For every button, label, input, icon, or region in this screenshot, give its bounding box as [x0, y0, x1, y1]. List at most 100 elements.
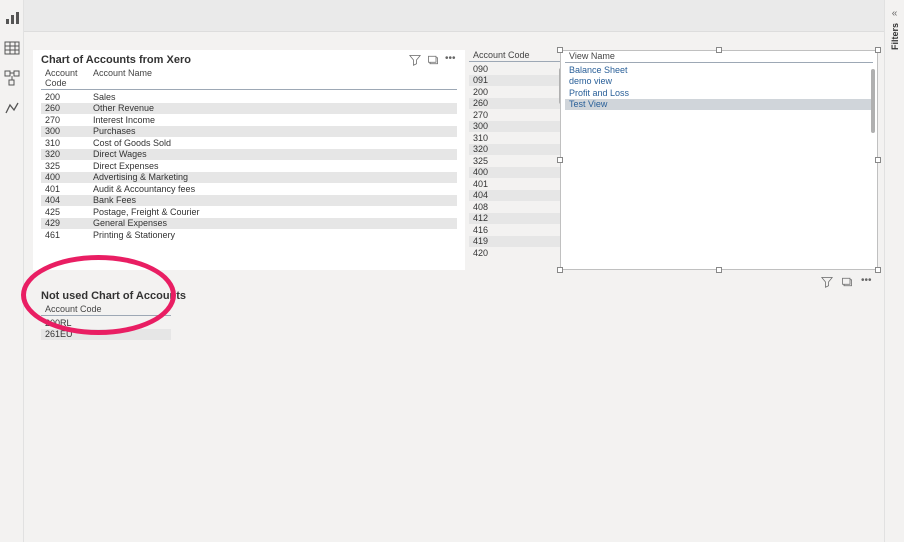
resize-handle[interactable] — [557, 157, 563, 163]
table-row[interactable]: 325 — [469, 155, 561, 167]
table-row[interactable]: 425Postage, Freight & Courier — [41, 206, 457, 218]
table-row[interactable]: 310Cost of Goods Sold — [41, 137, 457, 149]
filter-icon[interactable] — [409, 54, 421, 66]
cell-account-code: 320 — [469, 144, 545, 154]
cell-account-name: Printing & Stationery — [89, 230, 457, 240]
more-options-icon[interactable]: ••• — [861, 276, 873, 288]
table-row[interactable]: 400Advertising & Marketing — [41, 172, 457, 184]
cell-account-code: 270 — [469, 110, 545, 120]
table-row[interactable]: 091 — [469, 75, 561, 87]
cell-account-name: General Expenses — [89, 218, 457, 228]
cell-account-code: 400 — [41, 172, 89, 182]
data-icon[interactable] — [4, 40, 20, 56]
model-icon[interactable] — [4, 70, 20, 86]
table-row[interactable]: 260 — [469, 98, 561, 110]
visual-chart-of-accounts[interactable]: Chart of Accounts from Xero ••• Account … — [33, 50, 465, 270]
report-icon[interactable] — [4, 10, 20, 26]
cell-account-name: Interest Income — [89, 115, 457, 125]
cell-account-code: 401 — [41, 184, 89, 194]
col-header-view-name[interactable]: View Name — [565, 51, 641, 61]
cell-account-code: 200 — [41, 92, 89, 102]
table-row[interactable]: 408 — [469, 201, 561, 213]
cell-account-code: 404 — [41, 195, 89, 205]
table-row[interactable]: 300Purchases — [41, 126, 457, 138]
col-header-account-code[interactable]: Account Code — [41, 304, 117, 314]
table-row[interactable]: 200Sales — [41, 91, 457, 103]
table-row[interactable]: 401Audit & Accountancy fees — [41, 183, 457, 195]
more-options-icon[interactable]: ••• — [445, 54, 457, 66]
cell-account-code: 260 — [469, 98, 545, 108]
cell-view-name: Balance Sheet — [565, 65, 628, 75]
cell-account-code: 416 — [469, 225, 545, 235]
cell-account-code: 200 — [469, 87, 545, 97]
cell-account-code: 400 — [469, 167, 545, 177]
cell-account-code: 425 — [41, 207, 89, 217]
resize-handle[interactable] — [875, 267, 881, 273]
table-row[interactable]: 429General Expenses — [41, 218, 457, 230]
right-filters-rail: « Filters — [884, 0, 904, 542]
cell-view-name: demo view — [565, 76, 612, 86]
left-nav-rail — [0, 0, 24, 542]
cell-account-code: 408 — [469, 202, 545, 212]
resize-handle[interactable] — [557, 47, 563, 53]
cell-account-name: Other Revenue — [89, 103, 457, 113]
cell-view-name: Profit and Loss — [565, 88, 629, 98]
table-row[interactable]: 270Interest Income — [41, 114, 457, 126]
cell-account-code: 325 — [469, 156, 545, 166]
table-row[interactable]: 461Printing & Stationery — [41, 229, 457, 241]
table-row[interactable]: 270 — [469, 109, 561, 121]
table-row[interactable]: 401 — [469, 178, 561, 190]
col-header-account-code[interactable]: Account Code — [41, 68, 89, 88]
table-row[interactable]: 320 — [469, 144, 561, 156]
top-ribbon — [24, 0, 884, 32]
table-row[interactable]: 261EU — [41, 329, 171, 341]
table-row[interactable]: Profit and Loss — [565, 87, 873, 99]
filter-icon[interactable] — [821, 276, 833, 288]
expand-filters-icon[interactable]: « — [892, 8, 898, 19]
table-row[interactable]: 420 — [469, 247, 561, 259]
resize-handle[interactable] — [875, 47, 881, 53]
resize-handle[interactable] — [716, 47, 722, 53]
table-row[interactable]: Test View — [565, 99, 873, 111]
filters-pane-label[interactable]: Filters — [890, 23, 900, 50]
table-row[interactable]: Balance Sheet — [565, 64, 873, 76]
dax-icon[interactable] — [4, 100, 20, 116]
table-row[interactable]: 416 — [469, 224, 561, 236]
col-header-account-name[interactable]: Account Name — [89, 68, 457, 88]
resize-handle[interactable] — [716, 267, 722, 273]
cell-account-name: Bank Fees — [89, 195, 457, 205]
table-row[interactable]: 310 — [469, 132, 561, 144]
cell-account-name: Postage, Freight & Courier — [89, 207, 457, 217]
cell-account-name: Sales — [89, 92, 457, 102]
table-row[interactable]: 200 — [469, 86, 561, 98]
table-row[interactable]: 090 — [469, 63, 561, 75]
cell-account-code: 261EU — [41, 329, 117, 339]
resize-handle[interactable] — [875, 157, 881, 163]
cell-account-code: 401 — [469, 179, 545, 189]
table-row[interactable]: 320Direct Wages — [41, 149, 457, 161]
report-canvas[interactable]: Chart of Accounts from Xero ••• Account … — [24, 34, 884, 542]
focus-mode-icon[interactable] — [427, 54, 439, 66]
resize-handle[interactable] — [557, 267, 563, 273]
table-row[interactable]: 200RL — [41, 317, 171, 329]
table-row[interactable]: 404Bank Fees — [41, 195, 457, 207]
table-row[interactable]: 325Direct Expenses — [41, 160, 457, 172]
col-header-account-code[interactable]: Account Code — [469, 50, 545, 60]
table-row[interactable]: 260Other Revenue — [41, 103, 457, 115]
visual-view-names[interactable]: View Name Balance Sheetdemo view Profit an… — [560, 50, 878, 270]
table-row[interactable]: 404 — [469, 190, 561, 202]
scrollbar[interactable] — [871, 69, 875, 265]
cell-view-name: Test View — [565, 99, 607, 109]
cell-account-name: Purchases — [89, 126, 457, 136]
table-row[interactable]: 300 — [469, 121, 561, 133]
table-row[interactable]: 419 — [469, 236, 561, 248]
visual-not-used-accounts[interactable]: ••• Not used Chart of Accounts Account C… — [33, 274, 879, 534]
focus-mode-icon[interactable] — [841, 276, 853, 288]
table-row[interactable]: demo view — [565, 76, 873, 88]
table-row[interactable]: 400 — [469, 167, 561, 179]
cell-account-code: 404 — [469, 190, 545, 200]
table-row[interactable]: 412 — [469, 213, 561, 225]
cell-account-code: 200RL — [41, 318, 117, 328]
visual-account-codes[interactable]: Account Code0900912002602703003103203254… — [465, 50, 565, 270]
cell-account-code: 300 — [469, 121, 545, 131]
